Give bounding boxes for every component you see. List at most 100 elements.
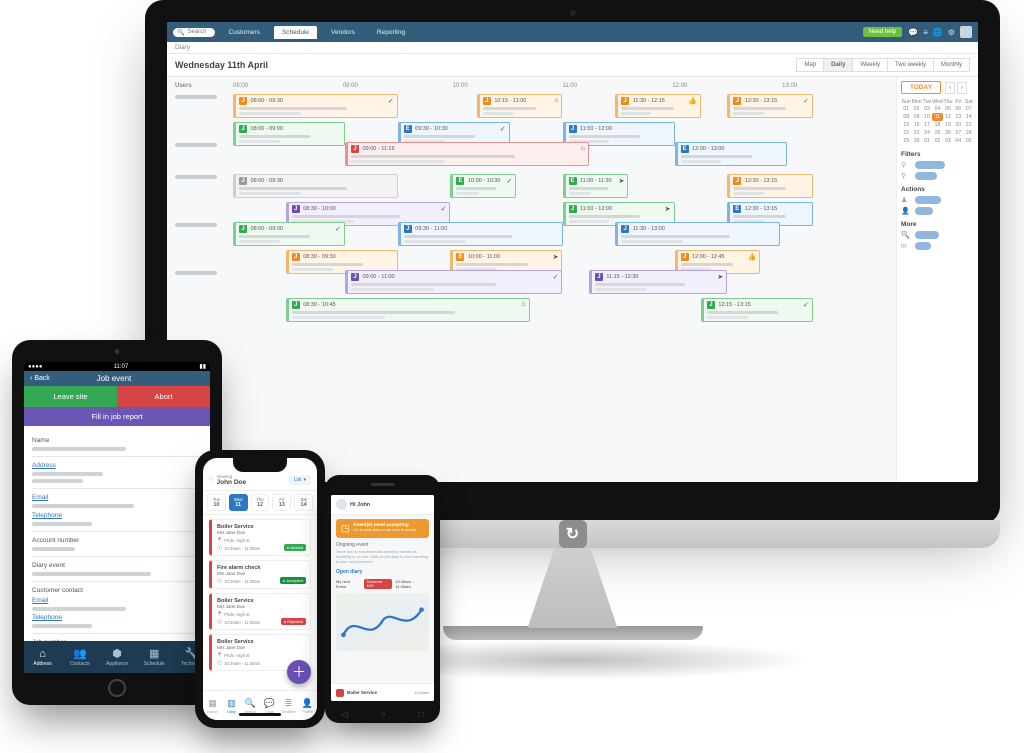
calendar-day[interactable]: 04 [932, 105, 942, 113]
home-indicator[interactable] [239, 713, 281, 716]
calendar-day[interactable]: 06 [953, 105, 963, 113]
action-item[interactable] [915, 207, 933, 215]
prev-day-button[interactable]: ‹ [945, 82, 955, 94]
more-item[interactable] [915, 242, 931, 250]
user-lane[interactable]: J 08:00 - 09:30 ✓ J 10:15 - 11:00 ⌂ J 11… [233, 92, 892, 138]
diary-event[interactable]: J 11:30 - 12:15 👍 [615, 94, 701, 118]
calendar-day[interactable]: 18 [932, 121, 942, 129]
job-card[interactable]: Boiler Service Mrs Jane Doe 📍Pride, High… [209, 519, 311, 556]
heart-icon[interactable]: ♡ [209, 477, 213, 483]
calendar-day[interactable]: 05 [964, 137, 974, 145]
user-lane[interactable]: J 09:00 - 11:00 ✓ J 11:15 - 12:30 ➤ J 08… [233, 268, 892, 314]
job-card[interactable]: Fire alarm check Mrs Jane Doe 🕙10:30am -… [209, 560, 311, 589]
calendar-day[interactable]: 04 [953, 137, 963, 145]
filter-item[interactable] [915, 161, 945, 169]
calendar-day[interactable]: 22 [901, 129, 911, 137]
diary-event[interactable]: J 09:00 - 11:15 ⌂ [345, 142, 589, 166]
view-weekly[interactable]: Weekly [852, 58, 888, 72]
abort-button[interactable]: Abort [117, 386, 210, 407]
view-monthly[interactable]: Monthly [933, 58, 970, 72]
accept-banner[interactable]: ◳ Event(s) need accepting Go to your dia… [336, 519, 429, 538]
diary-event[interactable]: J 08:00 - 09:30 [233, 174, 398, 198]
tab-home[interactable]: ▦Home [203, 691, 222, 720]
nav-vendors[interactable]: Vendors [323, 26, 363, 39]
nav-schedule[interactable]: Schedule [274, 26, 317, 39]
calendar-day[interactable]: 03 [922, 105, 932, 113]
view-daily[interactable]: Daily [823, 58, 853, 72]
calendar-day[interactable]: 24 [922, 129, 932, 137]
calendar-day[interactable]: 02 [932, 137, 942, 145]
tablet-home-button[interactable] [108, 679, 126, 697]
tab-diary[interactable]: ▥Diary [222, 691, 241, 720]
user-lane[interactable]: J 09:00 - 11:15 ⌂ E 12:00 - 13:00 [233, 140, 892, 168]
filter-item[interactable] [915, 172, 937, 180]
nav-reporting[interactable]: Reporting [369, 26, 413, 39]
date-pill[interactable]: Tue10 [207, 494, 226, 511]
calendar-day[interactable]: 28 [964, 129, 974, 137]
diary-event[interactable]: E 12:00 - 13:00 [675, 142, 787, 166]
calendar-day[interactable]: 13 [953, 113, 963, 121]
diary-event[interactable]: E 11:00 - 11:30 ➤ [563, 174, 629, 198]
label-telephone[interactable]: Telephone [32, 512, 202, 519]
tab-timeline[interactable]: ≣Timeline [279, 691, 298, 720]
calendar-day[interactable]: 05 [943, 105, 953, 113]
diary-event[interactable]: E 10:00 - 10:30 ✓ [450, 174, 516, 198]
calendar-day[interactable]: 16 [911, 121, 921, 129]
calendar-day[interactable]: 10 [922, 113, 932, 121]
leave-site-button[interactable]: Leave site [24, 386, 117, 407]
tab-profile[interactable]: 👤Profile [298, 691, 317, 720]
user-lane[interactable]: J 08:00 - 09:00 ✓ J 09:30 - 11:00 J 11:3… [233, 220, 892, 266]
calendar-day[interactable]: 08 [901, 113, 911, 121]
calendar-day[interactable]: 30 [911, 137, 921, 145]
date-pill[interactable]: Wed11 [229, 494, 248, 511]
diary-event[interactable]: J 09:00 - 11:00 ✓ [345, 270, 562, 294]
tab-address[interactable]: ⌂Address [24, 641, 61, 673]
view-map[interactable]: Map [796, 58, 824, 72]
calendar-day[interactable]: 03 [943, 137, 953, 145]
calendar-day[interactable]: 20 [953, 121, 963, 129]
calendar-day[interactable]: 27 [953, 129, 963, 137]
diary-event[interactable]: J 09:30 - 11:00 [398, 222, 563, 246]
date-pill[interactable]: Thu12 [251, 494, 270, 511]
calendar-day[interactable]: 12 [943, 113, 953, 121]
tab-schedule[interactable]: ▦Schedule [136, 641, 173, 673]
diary-event[interactable]: J 10:15 - 11:00 ⌂ [477, 94, 563, 118]
mini-calendar[interactable]: SunMonTueWedThuFriSat0102030405060708091… [901, 99, 974, 145]
menu-icon[interactable]: ≡ [923, 28, 928, 37]
job-list[interactable]: Boiler Service Mrs Jane Doe 📍Pride, High… [203, 519, 317, 671]
globe-icon[interactable]: 🌐 [933, 28, 943, 37]
calendar-day[interactable]: 02 [911, 105, 921, 113]
label-telephone-2[interactable]: Telephone [32, 614, 202, 621]
calendar-day[interactable]: 23 [911, 129, 921, 137]
job-card[interactable]: Boiler Service Mrs Jane Doe 📍Pride, High… [209, 593, 311, 630]
date-pill[interactable]: Fri13 [272, 494, 291, 511]
calendar-day[interactable]: 15 [901, 121, 911, 129]
gear-icon[interactable]: ⚙ [948, 28, 955, 37]
next-day-button[interactable]: › [957, 82, 967, 94]
diary-event[interactable]: J 08:00 - 09:30 ✓ [233, 94, 398, 118]
android-back-button[interactable]: ◁ [342, 710, 348, 719]
diary-event[interactable]: J 08:30 - 10:45 ⌂ [286, 298, 530, 322]
tab-appliance[interactable]: ⬢Appliance [98, 641, 135, 673]
list-toggle-button[interactable]: List ▾ [289, 475, 311, 485]
route-map[interactable] [336, 593, 429, 651]
diary-event[interactable]: J 11:30 - 13:00 [615, 222, 780, 246]
view-two-weekly[interactable]: Two weekly [887, 58, 934, 72]
android-recent-button[interactable]: □ [419, 710, 424, 719]
user-avatar[interactable] [960, 26, 972, 38]
diary-event[interactable]: J 12:30 - 13:15 [727, 174, 813, 198]
calendar-day[interactable]: 21 [964, 121, 974, 129]
user-lane[interactable]: J 08:00 - 09:30 E 10:00 - 10:30 ✓ E 11:0… [233, 172, 892, 218]
diary-event[interactable]: J 12:15 - 13:15 ✓ [701, 298, 813, 322]
back-button[interactable]: ‹Back [30, 375, 50, 382]
today-button[interactable]: TODAY [901, 81, 941, 94]
calendar-day[interactable]: 26 [943, 129, 953, 137]
calendar-day[interactable]: 17 [922, 121, 932, 129]
calendar-day[interactable]: 01 [901, 105, 911, 113]
calendar-day[interactable]: 19 [943, 121, 953, 129]
diary-event[interactable]: J 12:30 - 13:15 ✓ [727, 94, 813, 118]
fill-report-button[interactable]: Fill in job report [24, 407, 210, 426]
add-button[interactable]: ＋ [287, 660, 311, 684]
open-diary-link[interactable]: Open diary [336, 569, 429, 575]
calendar-day[interactable]: 01 [922, 137, 932, 145]
